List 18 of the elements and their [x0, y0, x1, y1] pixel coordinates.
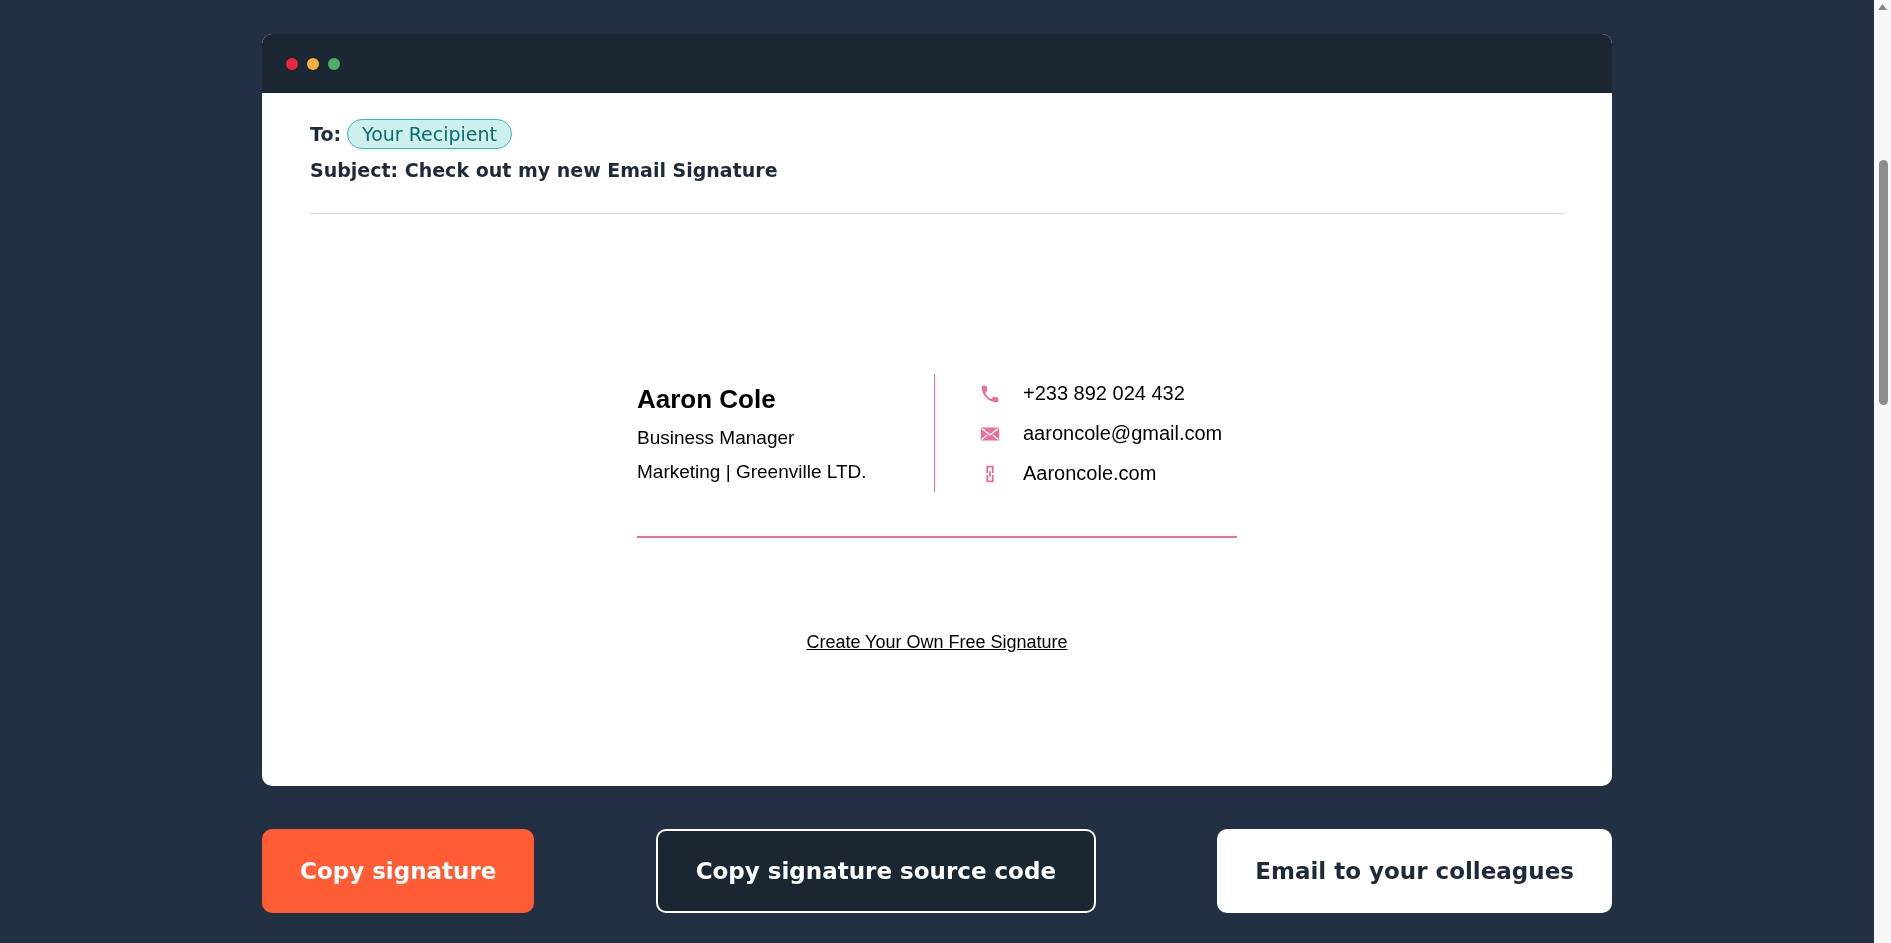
contact-text: Aaroncole.com [1023, 462, 1157, 485]
scrollbar[interactable] [1874, 0, 1891, 943]
signature-name: Aaron Cole [637, 384, 777, 415]
action-button[interactable]: Copy signature source code [655, 829, 1096, 913]
signature-title: Business Manager [637, 427, 796, 449]
signature-company: Marketing | Greenville LTD. [637, 461, 868, 483]
action-button[interactable]: Email to your colleagues [1217, 829, 1612, 913]
contact-text: +233 892 024 432 [1023, 382, 1185, 405]
recipient-chip: Your Recipient [347, 119, 512, 149]
create-signature-link[interactable]: Create Your Own Free Signature [806, 631, 1068, 653]
contact-text: aaroncole@gmail.com [1023, 422, 1223, 445]
email-subject: Subject: Check out my new Email Signature [310, 159, 779, 181]
scroll-up-arrow-icon[interactable] [1878, 4, 1887, 10]
window-dot[interactable] [286, 57, 298, 70]
to-label: To: [310, 123, 342, 145]
scrollbar-thumb[interactable] [1879, 160, 1888, 405]
window-dot[interactable] [307, 57, 319, 70]
window-dot[interactable] [328, 57, 340, 70]
